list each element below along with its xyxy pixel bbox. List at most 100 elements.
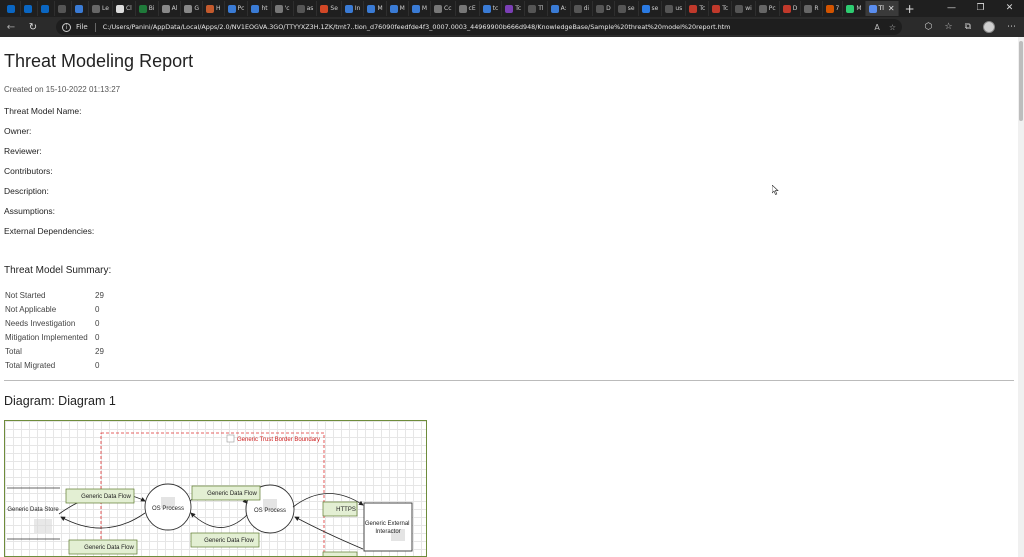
browser-tab[interactable]: 7 bbox=[823, 1, 844, 16]
browser-tab[interactable]: 'c bbox=[272, 1, 294, 16]
tab-favicon-icon bbox=[41, 4, 49, 13]
tab-label: as bbox=[306, 5, 314, 12]
browser-tab[interactable]: In bbox=[342, 1, 365, 16]
refresh-icon[interactable]: ↻ bbox=[22, 22, 44, 33]
browser-tab[interactable]: Pc bbox=[756, 1, 780, 16]
browser-tab[interactable] bbox=[21, 1, 38, 16]
tab-favicon-icon bbox=[617, 4, 626, 13]
tab-label: Tc bbox=[699, 5, 706, 12]
tab-label: D bbox=[606, 5, 611, 12]
browser-tab[interactable]: A: bbox=[548, 1, 571, 16]
tab-label: Cl bbox=[125, 5, 132, 12]
browser-tab[interactable]: R bbox=[801, 1, 823, 16]
summary-value: 0 bbox=[95, 318, 100, 328]
tab-favicon-icon bbox=[596, 4, 605, 13]
tab-label: Pc bbox=[768, 5, 776, 12]
browser-tab[interactable]: G bbox=[181, 1, 204, 16]
favorite-add-icon[interactable]: ☆ bbox=[889, 23, 896, 32]
browser-tab[interactable]: D bbox=[593, 1, 615, 16]
flow-label-box-partial[interactable] bbox=[322, 551, 358, 557]
extensions-icon[interactable]: ⬡ bbox=[925, 22, 933, 32]
browser-tab[interactable]: Se bbox=[317, 1, 342, 16]
new-tab-button[interactable]: + bbox=[899, 2, 921, 16]
flow-label-https: HTTPS bbox=[336, 507, 356, 513]
close-tab-icon[interactable]: ✕ bbox=[888, 4, 895, 13]
browser-tab[interactable]: Tc bbox=[502, 1, 526, 16]
back-icon[interactable]: ← bbox=[0, 22, 22, 33]
collections-icon[interactable]: ⧉ bbox=[965, 22, 971, 32]
browser-tab[interactable]: us bbox=[662, 1, 687, 16]
browser-tab[interactable]: as bbox=[294, 1, 318, 16]
info-icon[interactable]: i bbox=[62, 22, 71, 32]
browser-tab[interactable]: D bbox=[780, 1, 802, 16]
browser-tab[interactable]: M bbox=[387, 1, 409, 16]
external-interactor-label-line: Interactor bbox=[375, 529, 400, 535]
tab-label: Se bbox=[330, 5, 338, 12]
flow-curve bbox=[190, 512, 248, 528]
browser-tab[interactable]: Cc bbox=[431, 1, 456, 16]
window-controls: — ❐ ✕ bbox=[937, 0, 1024, 17]
browser-tab[interactable] bbox=[38, 1, 55, 16]
tab-label: Le bbox=[102, 5, 109, 12]
summary-label: Not Started bbox=[5, 290, 46, 300]
read-aloud-icon[interactable]: A bbox=[874, 23, 879, 32]
browser-tab[interactable]: Tc bbox=[686, 1, 710, 16]
browser-tab[interactable] bbox=[55, 1, 72, 16]
field-assumptions: Assumptions: bbox=[4, 206, 56, 216]
browser-tab[interactable]: Le bbox=[89, 1, 113, 16]
browser-tab[interactable]: se bbox=[615, 1, 639, 16]
store-icon bbox=[34, 519, 52, 533]
browser-tab[interactable]: di bbox=[571, 1, 594, 16]
summary-row: Not Applicable 0 bbox=[5, 302, 104, 316]
browser-tab[interactable]: se bbox=[639, 1, 663, 16]
tab-favicon-icon bbox=[758, 4, 767, 13]
minimize-button[interactable]: — bbox=[937, 0, 966, 17]
browser-tab[interactable]: M bbox=[843, 1, 866, 16]
profile-avatar[interactable] bbox=[983, 21, 995, 33]
browser-tab[interactable]: H bbox=[203, 1, 225, 16]
tab-favicon-icon bbox=[411, 4, 420, 13]
field-threat-model-name: Threat Model Name: bbox=[4, 106, 82, 116]
file-label: File bbox=[76, 23, 88, 31]
browser-tab[interactable]: wi bbox=[732, 1, 756, 16]
close-window-button[interactable]: ✕ bbox=[995, 0, 1024, 17]
page-content: Threat Modeling Report Created on 15-10-… bbox=[0, 37, 1018, 557]
browser-tab[interactable]: Cl bbox=[113, 1, 136, 16]
tab-favicon-icon bbox=[482, 4, 491, 13]
field-reviewer: Reviewer: bbox=[4, 146, 42, 156]
restore-button[interactable]: ❐ bbox=[966, 0, 995, 17]
browser-tab[interactable]: Tl bbox=[525, 1, 548, 16]
more-menu-icon[interactable]: ⋯ bbox=[1007, 22, 1016, 32]
flow-curve bbox=[60, 512, 146, 529]
mouse-cursor-icon bbox=[772, 185, 779, 195]
tab-label: In bbox=[354, 5, 361, 12]
address-bar[interactable]: i File C:/Users/Panini/AppData/Local/App… bbox=[56, 19, 902, 35]
browser-tab[interactable]: Al bbox=[159, 1, 182, 16]
browser-tab[interactable]: Bi bbox=[136, 1, 159, 16]
summary-label: Total Migrated bbox=[5, 360, 56, 370]
browser-tab[interactable] bbox=[72, 1, 89, 16]
browser-tab[interactable]: Pc bbox=[225, 1, 249, 16]
external-interactor[interactable] bbox=[363, 502, 413, 552]
tab-label: Tc bbox=[515, 5, 522, 12]
browser-tab[interactable]: Tc bbox=[709, 1, 733, 16]
summary-value: 29 bbox=[95, 290, 104, 300]
browser-tab[interactable]: ht bbox=[248, 1, 272, 16]
url-text[interactable]: C:/Users/Panini/AppData/Local/Apps/2.0/N… bbox=[103, 23, 731, 31]
browser-tab[interactable] bbox=[4, 1, 21, 16]
diagram-canvas: Generic Trust Border Boundary Generic Da… bbox=[7, 432, 413, 557]
tab-label: ht bbox=[261, 5, 268, 12]
tab-label: M bbox=[856, 5, 862, 12]
browser-tab[interactable]: M bbox=[364, 1, 387, 16]
browser-tab[interactable]: M bbox=[409, 1, 432, 16]
browser-tab[interactable]: cE bbox=[456, 1, 480, 16]
tab-favicon-icon bbox=[573, 4, 582, 13]
summary-row: Total 29 bbox=[5, 344, 104, 358]
scrollbar-thumb[interactable] bbox=[1019, 41, 1023, 121]
favorites-icon[interactable]: ☆ bbox=[944, 22, 952, 32]
browser-tab[interactable]: tc bbox=[480, 1, 503, 16]
data-store-label[interactable]: Generic Data Store bbox=[7, 507, 59, 513]
summary-value: 29 bbox=[95, 346, 104, 356]
flow-label-4: Generic Data Flow bbox=[84, 545, 134, 551]
active-tab[interactable]: Tl ✕ bbox=[865, 1, 899, 16]
